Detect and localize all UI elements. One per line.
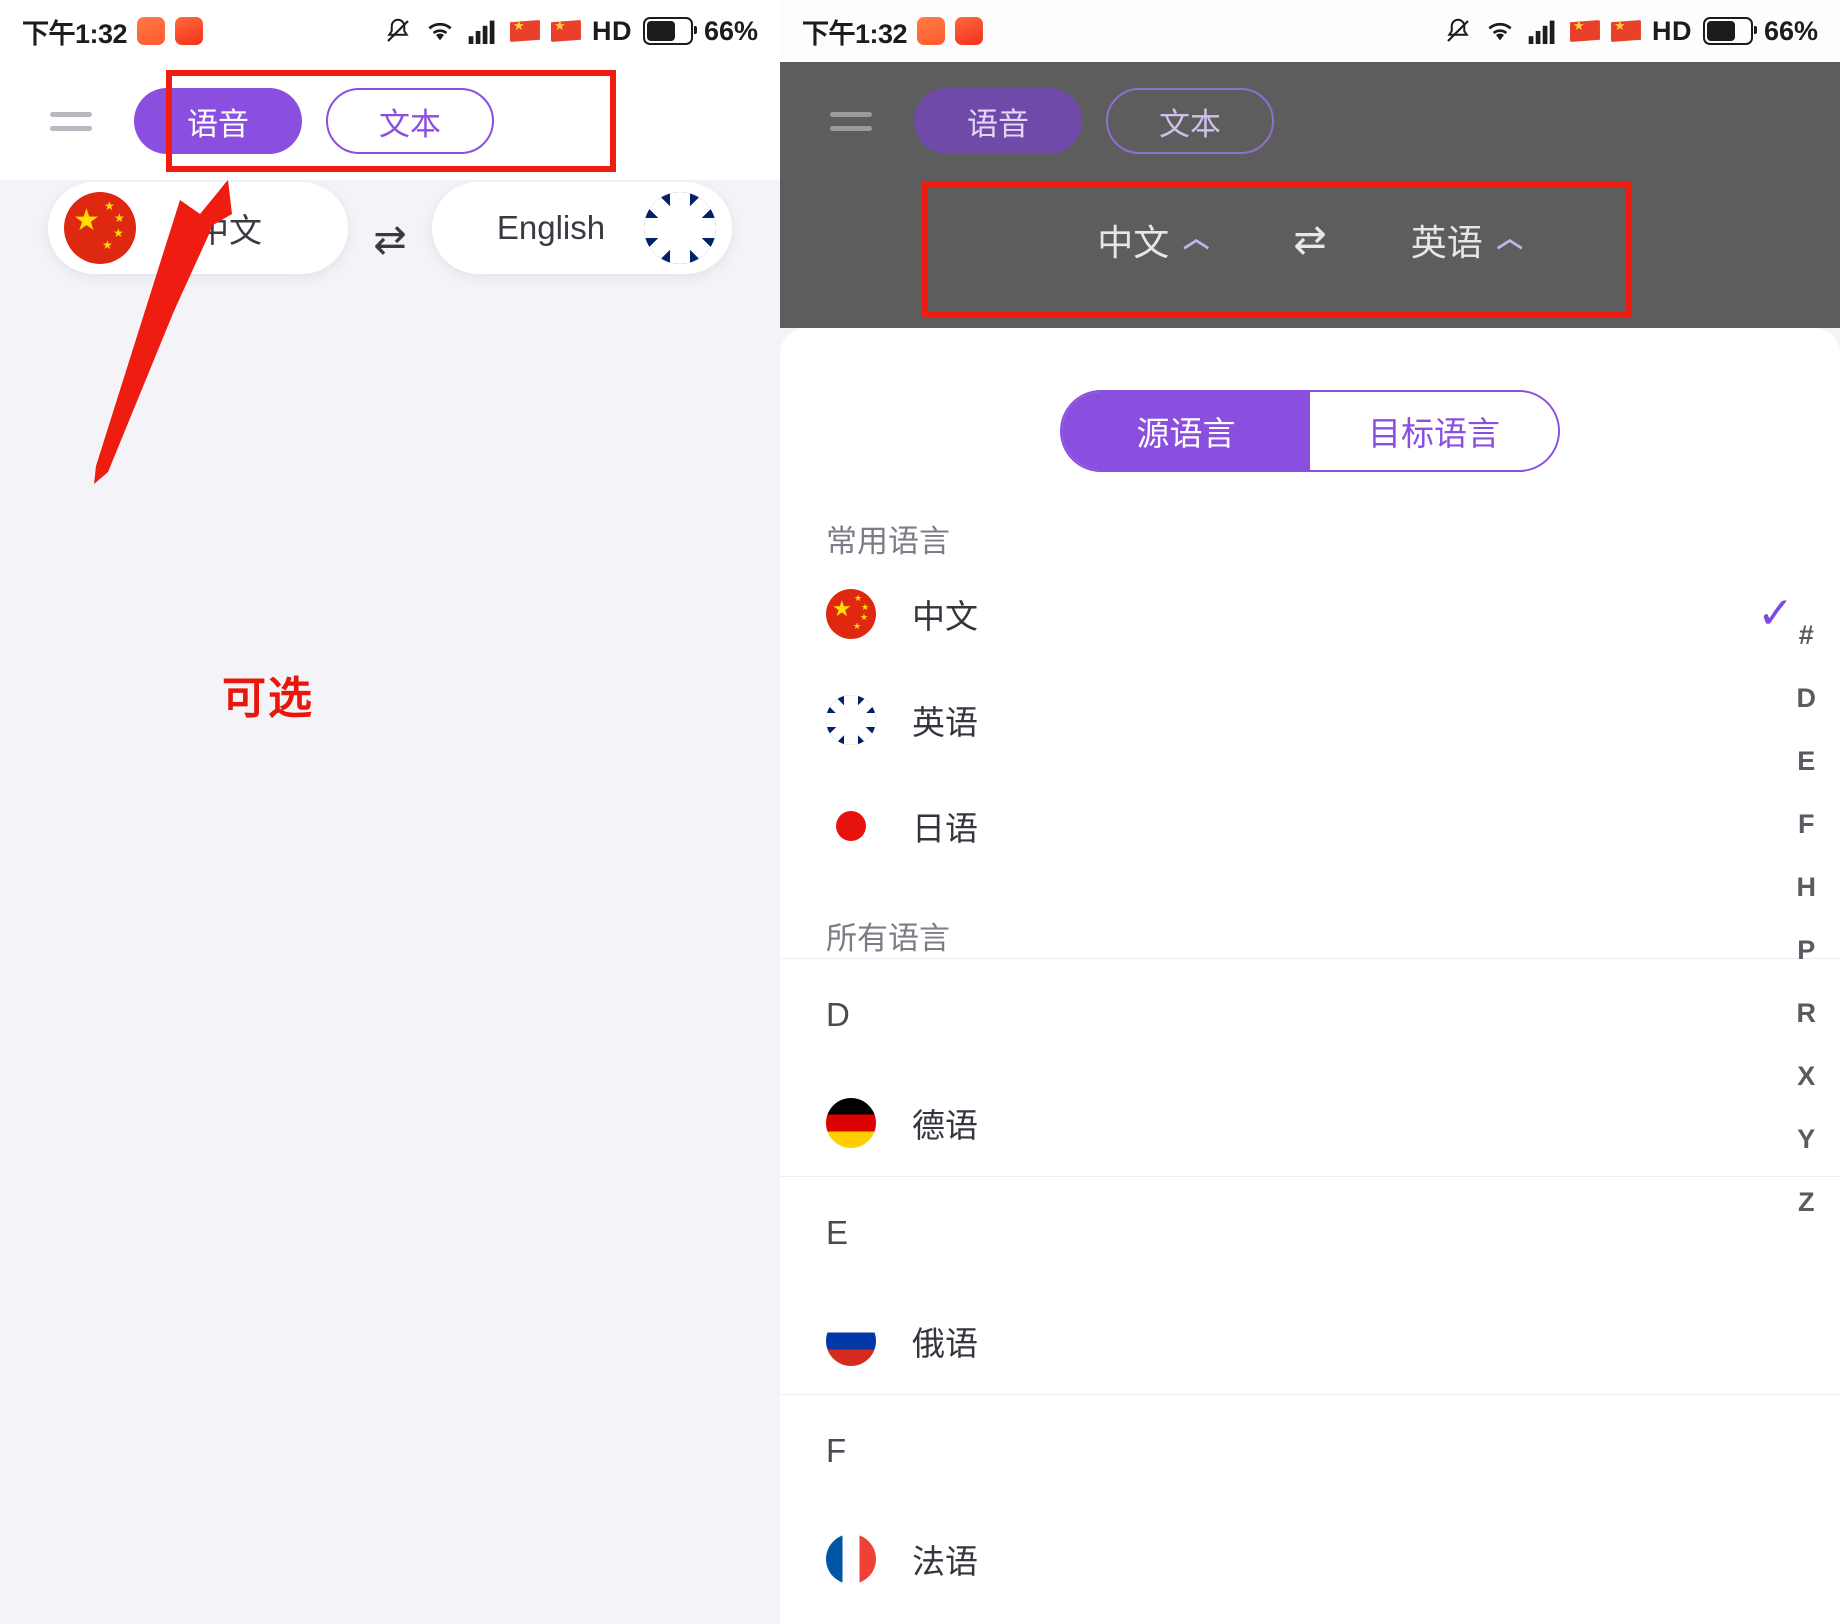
app-bar: 语音 文本 [780,62,1840,180]
tab-text[interactable]: 文本 [1106,88,1274,154]
index-letter[interactable]: R [1797,998,1817,1029]
language-name: 俄语 [912,1325,978,1362]
index-letter[interactable]: E [1797,746,1815,777]
russia-flag-icon [826,1316,876,1366]
common-languages-header: 常用语言 [826,524,950,559]
status-time: 下午1:32 [802,18,908,49]
source-language-selector[interactable]: 中文 ︿ [1097,214,1209,266]
language-name: 德语 [912,1107,978,1144]
flag-icon [1569,20,1600,42]
list-item[interactable]: ★ ★ ★ ★ ★ 中文 ✓ [780,561,1840,667]
battery-percent: 66% [1763,15,1818,46]
sheet-tab-group: 源语言 目标语言 [1060,390,1560,472]
bottom-source-language-label: 中文 [196,212,262,249]
screenshot-root: 下午1:32 HD 66% [0,0,1840,1624]
bottom-source-language-button[interactable]: ★ ★ ★ ★ ★ 中文 [48,182,348,274]
tab-source-language[interactable]: 源语言 [1062,392,1310,470]
flag-icon [1610,20,1641,42]
app-notification-icon [917,17,946,45]
battery-percent: 66% [703,15,758,46]
section-letter-d: D [780,958,1840,1070]
swap-arrows-icon[interactable]: ⇄ [1293,217,1327,263]
index-letter[interactable]: D [1797,683,1817,714]
uk-flag-icon [644,192,716,264]
hd-label: HD [591,15,632,46]
index-letter[interactable]: P [1797,935,1815,966]
silent-bell-icon [1443,16,1473,46]
all-languages-header: 所有语言 [826,921,950,956]
wifi-icon [424,17,456,45]
status-bar: 下午1:32 HD 66% [0,0,780,62]
status-bar-left: 下午1:32 [22,12,204,51]
language-name: 英语 [912,704,978,741]
flag-icon [509,20,540,42]
index-letter[interactable]: F [1798,809,1815,840]
list-item[interactable]: 法语 [780,1506,1840,1612]
chevron-up-icon: ︿ [1183,222,1210,253]
hd-label: HD [1651,15,1692,46]
left-phone-screen: 下午1:32 HD 66% [0,0,780,1624]
status-time: 下午1:32 [22,18,128,49]
germany-flag-icon [826,1098,876,1148]
france-flag-icon [826,1534,876,1584]
list-item[interactable]: 俄语 [780,1288,1840,1394]
app-notification-icon [175,17,204,45]
bottom-language-bar: ★ ★ ★ ★ ★ 中文 English [0,182,780,274]
check-icon: ✓ [1757,589,1794,638]
status-bar: 下午1:32 HD 66% [780,0,1840,62]
china-flag-icon: ★ ★ ★ ★ ★ [826,589,876,639]
uk-flag-icon [826,695,876,745]
chevron-up-icon: ︿ [1496,222,1523,253]
index-letter[interactable]: Y [1797,1124,1815,1155]
tab-voice[interactable]: 语音 [134,88,302,154]
section-letter-e: E [780,1176,1840,1288]
target-language-label: 英语 [1410,222,1483,263]
wifi-icon [1484,17,1516,45]
flag-icon [550,20,581,42]
silent-bell-icon [383,16,413,46]
signal-icon [1527,18,1559,44]
status-bar-left: 下午1:32 [802,12,984,51]
china-flag-icon: ★ ★ ★ ★ ★ [64,192,136,264]
signal-icon [467,18,499,44]
battery-icon [1702,17,1757,45]
list-item[interactable]: 德语 [780,1070,1840,1176]
hamburger-menu-icon[interactable] [830,111,872,131]
right-phone-screen: 下午1:32 HD 66% [780,0,1840,1624]
bottom-target-language-button[interactable]: English [432,182,732,274]
section-letter-f: F [780,1394,1840,1506]
tab-voice[interactable]: 语音 [914,88,1082,154]
index-letter[interactable]: X [1797,1061,1815,1092]
index-letter[interactable]: Z [1798,1187,1815,1218]
mode-tab-group: 语音 文本 [914,88,1274,154]
annotation-optional-text: 可选 [222,674,314,723]
hamburger-menu-icon[interactable] [50,111,92,131]
status-bar-right: HD 66% [1443,16,1818,47]
list-item[interactable]: 英语 [780,667,1840,773]
language-picker-sheet: 源语言 目标语言 常用语言 ★ ★ ★ ★ ★ 中文 ✓ 英语 日语 所有语言 D [780,328,1840,1624]
language-bar: 中文 ︿ ⇄ 英语 ︿ [780,180,1840,300]
language-name: 法语 [912,1543,978,1580]
status-bar-right: HD 66% [383,16,758,47]
tab-target-language[interactable]: 目标语言 [1310,392,1558,470]
list-item[interactable]: 日语 [780,773,1840,879]
app-notification-icon [955,17,984,45]
language-name: 日语 [912,810,978,847]
app-notification-icon [137,17,166,45]
tab-text[interactable]: 文本 [326,88,494,154]
app-bar: 语音 文本 [0,62,780,180]
bottom-target-language-label: English [496,209,606,246]
target-language-selector[interactable]: 英语 ︿ [1411,214,1523,266]
alphabet-index-bar[interactable]: # D E F H P R X Y Z [1797,620,1817,1218]
index-letter[interactable]: H [1797,872,1817,903]
mode-tab-group: 语音 文本 [134,88,494,154]
index-letter[interactable]: # [1799,620,1814,651]
japan-flag-icon [826,801,876,851]
battery-icon [642,17,697,45]
source-language-label: 中文 [1097,222,1170,263]
language-name: 中文 [912,598,978,635]
